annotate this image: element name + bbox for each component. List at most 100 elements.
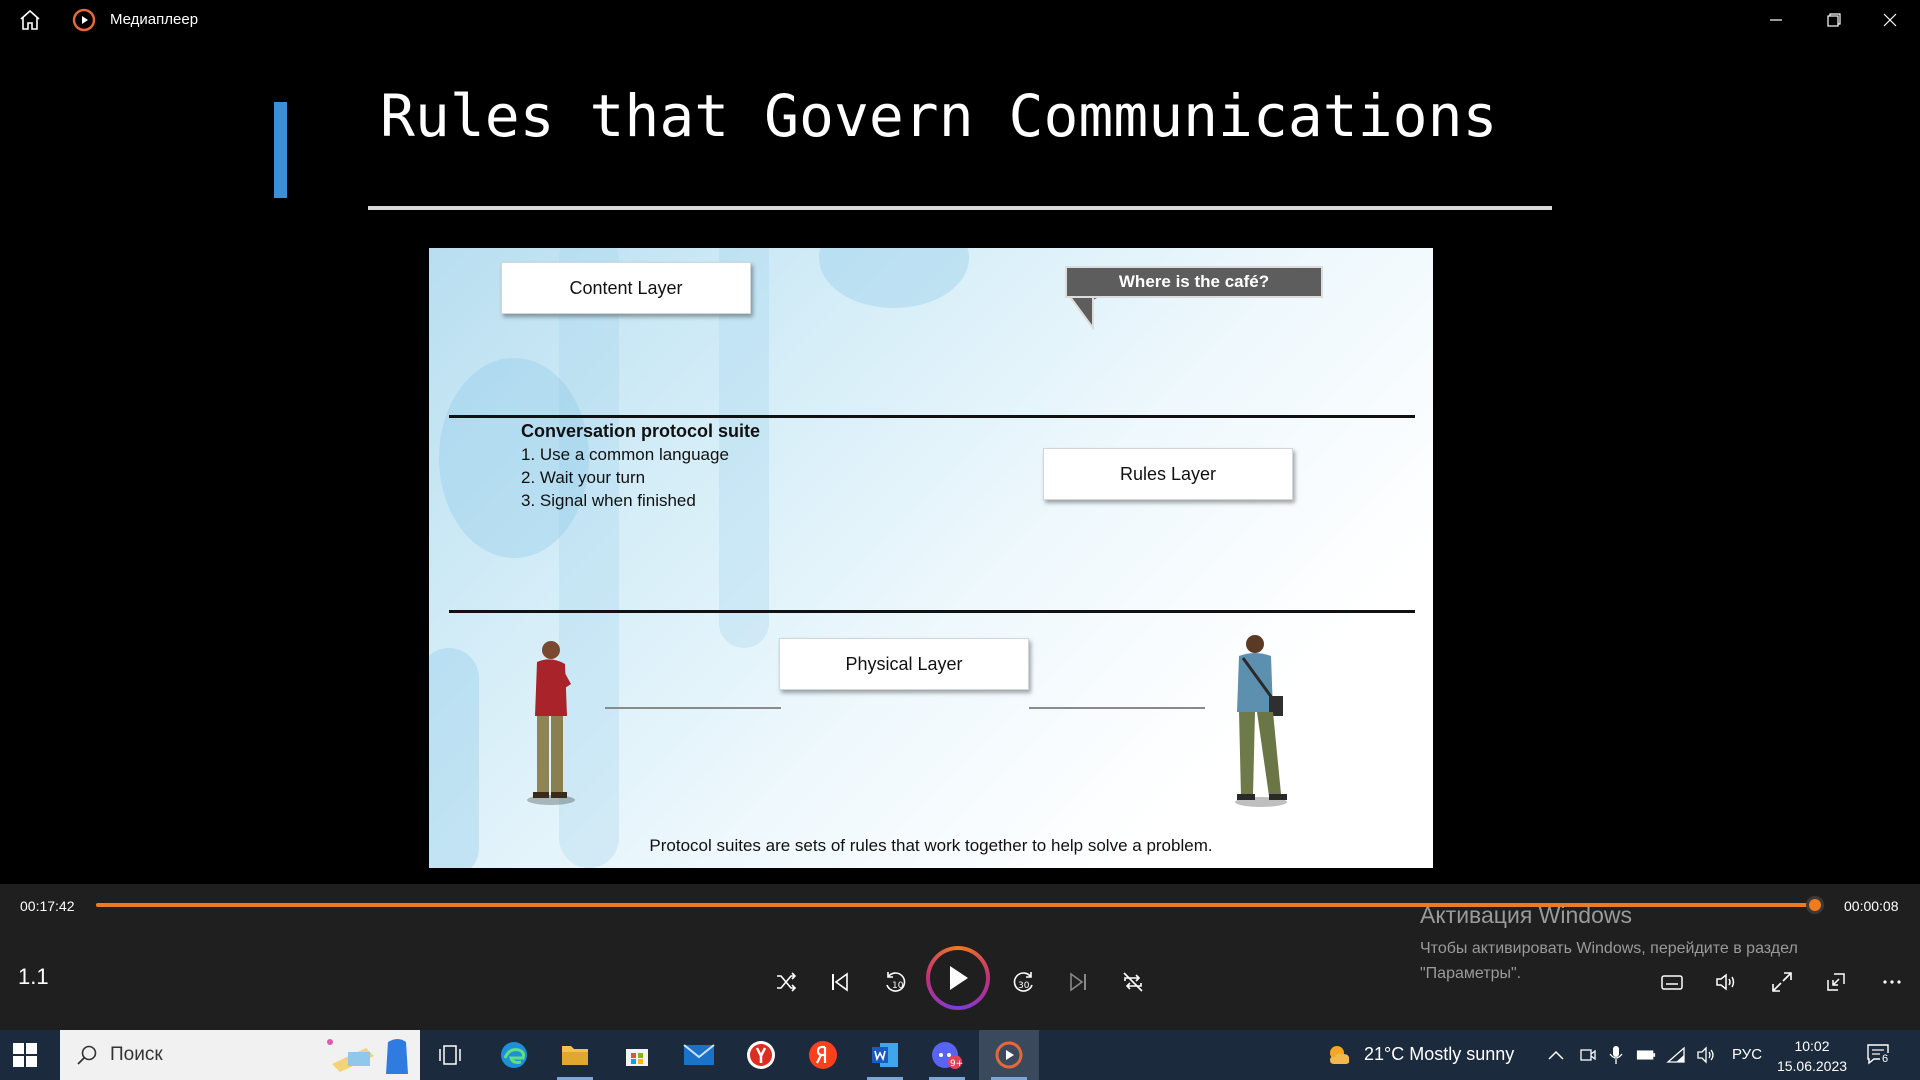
search-icon <box>77 1045 97 1065</box>
taskbar-task-view[interactable] <box>420 1030 480 1080</box>
tray-battery[interactable] <box>1636 1045 1656 1065</box>
person-left-illustration <box>527 641 575 805</box>
fullscreen-button[interactable] <box>1762 962 1802 1002</box>
background-decoration <box>429 648 479 868</box>
fullscreen-icon <box>1772 972 1792 992</box>
slide-title: Rules that Govern Communications <box>380 82 1498 150</box>
taskbar-search-box[interactable]: Поиск <box>60 1030 420 1080</box>
seek-thumb[interactable] <box>1806 896 1825 914</box>
speaker-icon <box>1697 1046 1714 1064</box>
taskbar-mail[interactable] <box>669 1030 729 1080</box>
next-button[interactable] <box>1058 962 1098 1002</box>
mail-icon <box>683 1044 715 1065</box>
yandex-icon <box>809 1041 837 1069</box>
svg-text:10: 10 <box>892 981 904 991</box>
close-button[interactable] <box>1862 0 1918 40</box>
taskbar-yandex[interactable] <box>793 1030 853 1080</box>
elapsed-time: 00:17:42 <box>20 898 75 914</box>
mini-player-button[interactable] <box>1816 962 1856 1002</box>
windows-taskbar: Поиск 9+ 21°C Mostly sunny РУС 10:02 15.… <box>0 1030 1920 1080</box>
taskbar-file-explorer[interactable] <box>545 1030 605 1080</box>
media-player-window: Медиаплеер Rules that Govern Communicati… <box>0 0 1920 1080</box>
more-options-button[interactable] <box>1872 962 1912 1002</box>
protocol-item: 1. Use a common language <box>521 445 729 464</box>
input-language[interactable]: РУС <box>1732 1046 1762 1063</box>
physical-connector-left <box>605 707 781 709</box>
shuffle-icon <box>777 972 797 992</box>
word-icon <box>872 1043 898 1067</box>
background-decoration <box>819 248 969 308</box>
captions-button[interactable] <box>1652 962 1692 1002</box>
activation-watermark-title: Активация Windows <box>1420 902 1632 928</box>
taskbar-discord[interactable]: 9+ <box>917 1030 977 1080</box>
taskbar-word[interactable] <box>855 1030 915 1080</box>
minimize-button[interactable] <box>1748 0 1804 40</box>
notification-count: 6 <box>1880 1053 1891 1065</box>
physical-connector-right <box>1029 707 1205 709</box>
taskbar-yandex-browser[interactable] <box>731 1030 791 1080</box>
hidden-icons-button[interactable] <box>1546 1045 1566 1065</box>
shuffle-button[interactable] <box>766 962 806 1002</box>
tray-microphone[interactable] <box>1606 1045 1626 1065</box>
physical-layer-box: Physical Layer <box>779 638 1029 690</box>
svg-text:30: 30 <box>1018 981 1030 991</box>
repeat-off-icon <box>1123 972 1143 992</box>
taskbar-microsoft-store[interactable] <box>607 1030 667 1080</box>
protocol-item: 3. Signal when finished <box>521 491 696 510</box>
captions-icon <box>1661 975 1683 990</box>
skip-next-icon <box>1070 972 1086 992</box>
protocol-heading: Conversation protocol suite <box>521 421 761 441</box>
weather-icon <box>1330 1046 1350 1064</box>
previous-button[interactable] <box>820 962 860 1002</box>
content-layer-box: Content Layer <box>501 262 751 314</box>
repeat-button[interactable] <box>1113 962 1153 1002</box>
rules-layer-box: Rules Layer <box>1043 448 1293 500</box>
tray-network[interactable] <box>1666 1045 1686 1065</box>
play-button[interactable] <box>926 946 990 1010</box>
tray-meet-now[interactable] <box>1578 1045 1598 1065</box>
protocol-figure: Content Layer Where is the café? Convers… <box>429 248 1433 868</box>
rewind-10-button[interactable]: 10 <box>875 962 915 1002</box>
forward-30-button[interactable]: 30 <box>1004 962 1044 1002</box>
taskbar-media-player[interactable] <box>979 1030 1039 1080</box>
playback-speed[interactable]: 1.1 <box>18 964 49 990</box>
yandex-browser-icon <box>747 1041 775 1069</box>
figure-caption: Protocol suites are sets of rules that w… <box>649 836 1213 855</box>
forward-30-icon: 30 <box>1013 972 1033 992</box>
camera-icon <box>1580 1049 1596 1061</box>
speech-bubble: Where is the café? <box>1065 266 1323 298</box>
media-player-icon <box>995 1041 1023 1069</box>
skip-previous-icon <box>832 972 848 992</box>
more-icon <box>1883 980 1901 984</box>
battery-icon <box>1636 1050 1656 1060</box>
slide-divider <box>368 206 1552 210</box>
protocol-item: 2. Wait your turn <box>521 468 646 487</box>
discord-icon: 9+ <box>932 1042 963 1069</box>
volume-icon <box>1716 973 1735 991</box>
home-icon[interactable] <box>18 8 42 32</box>
person-right-illustration <box>1235 635 1287 807</box>
chevron-up-icon <box>1548 1050 1564 1060</box>
search-highlight-illustration <box>327 1039 408 1074</box>
play-icon <box>950 966 968 990</box>
notification-center-button[interactable]: 6 <box>1866 1043 1894 1067</box>
start-button[interactable] <box>12 1042 38 1068</box>
volume-button[interactable] <box>1706 962 1746 1002</box>
restore-button[interactable] <box>1806 0 1862 40</box>
taskbar-edge[interactable] <box>484 1030 544 1080</box>
mini-player-icon <box>1827 973 1845 991</box>
system-clock[interactable]: 10:02 15.06.2023 <box>1776 1036 1848 1076</box>
player-controls: 00:17:42 00:00:08 1.1 10 30 Активация Wi… <box>0 884 1920 1030</box>
task-view-icon <box>439 1045 461 1065</box>
windows-logo-icon <box>13 1043 37 1067</box>
edge-icon <box>501 1042 527 1068</box>
weather-text[interactable]: 21°C Mostly sunny <box>1364 1044 1514 1065</box>
video-frame[interactable]: Rules that Govern Communications Content… <box>0 40 1920 884</box>
media-player-app-icon <box>72 8 96 32</box>
folder-icon <box>562 1046 588 1065</box>
layer-separator <box>449 415 1415 418</box>
layer-separator <box>449 610 1415 613</box>
tray-volume[interactable] <box>1696 1045 1716 1065</box>
activation-watermark-text: Чтобы активировать Windows, перейдите в … <box>1420 940 1798 982</box>
svg-text:9+: 9+ <box>950 1059 963 1069</box>
